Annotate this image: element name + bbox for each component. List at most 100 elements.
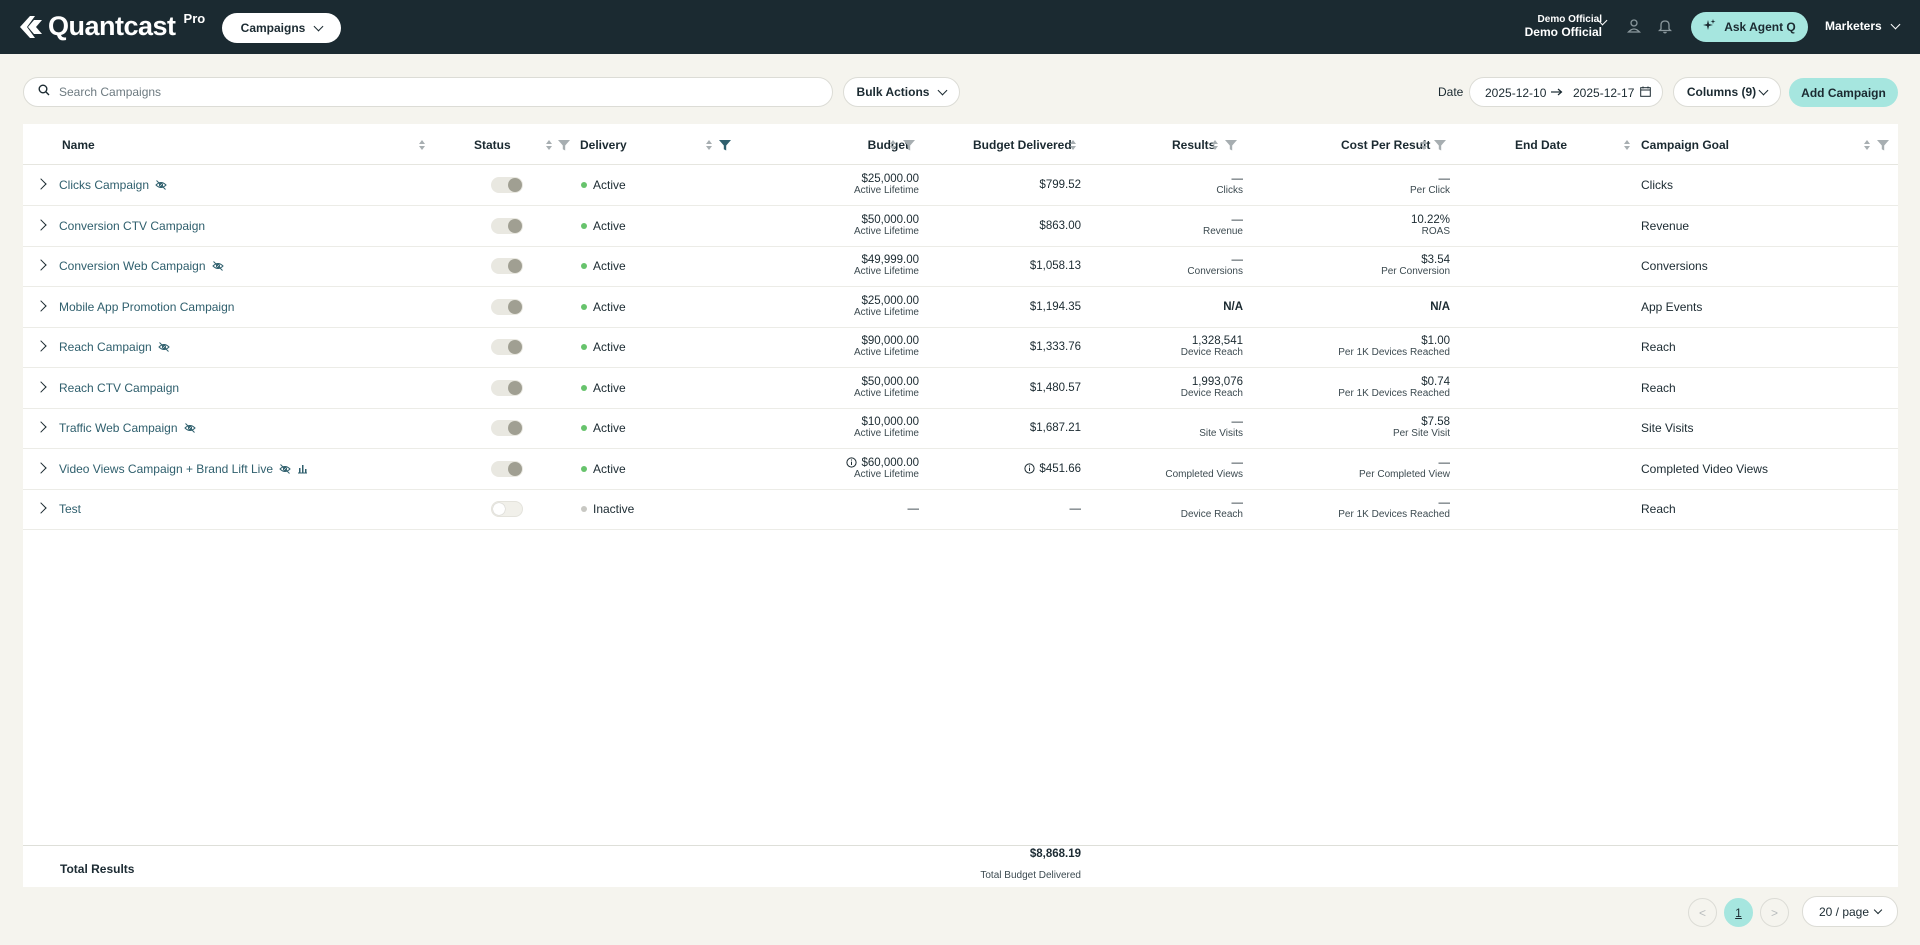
filter-icon[interactable] xyxy=(558,138,570,151)
sort-icon[interactable] xyxy=(418,139,426,151)
expand-row-icon[interactable] xyxy=(35,178,47,190)
table-row[interactable]: Mobile App Promotion Campaign Active $25,0… xyxy=(23,287,1898,328)
status-toggle[interactable] xyxy=(491,460,523,477)
table-row[interactable]: Reach CTV Campaign Active $50,000.00 Active… xyxy=(23,368,1898,409)
table-row[interactable]: Conversion CTV Campaign Active $50,000.00 A… xyxy=(23,206,1898,247)
table-row[interactable]: Clicks Campaign Active $25,000.00 Active Li… xyxy=(23,165,1898,206)
add-campaign-button[interactable]: Add Campaign xyxy=(1789,78,1898,107)
date-end[interactable]: 2025-12-17 xyxy=(1573,86,1634,100)
bell-icon[interactable] xyxy=(1657,18,1676,36)
search-input[interactable] xyxy=(59,85,759,99)
delivery-dot xyxy=(581,465,587,472)
campaign-name-link[interactable]: Conversion CTV Campaign xyxy=(59,219,205,233)
section-dropdown[interactable]: Campaigns xyxy=(222,13,341,43)
campaign-name-link[interactable]: Test xyxy=(59,502,81,516)
col-status[interactable]: Status xyxy=(474,124,511,165)
budget-cell: $25,000.00 Active Lifetime xyxy=(803,165,919,205)
cost-per-result-value: $7.58 xyxy=(1421,416,1450,428)
brand-logo[interactable]: Quantcast Pro xyxy=(18,11,205,41)
status-toggle[interactable] xyxy=(491,420,523,436)
workspace-dropdown[interactable]: Marketers xyxy=(1825,19,1901,33)
filter-icon[interactable] xyxy=(1877,138,1889,151)
filter-icon[interactable] xyxy=(1434,138,1446,151)
delivery-label: Active xyxy=(593,340,626,354)
status-toggle[interactable] xyxy=(491,379,523,396)
next-page-button[interactable]: > xyxy=(1760,898,1789,927)
sort-icon[interactable] xyxy=(1211,139,1219,151)
status-toggle[interactable] xyxy=(491,177,523,193)
status-toggle[interactable] xyxy=(491,298,523,315)
campaign-name-link[interactable]: Reach CTV Campaign xyxy=(59,381,179,395)
calendar-icon[interactable] xyxy=(1640,86,1651,100)
col-cost-per-result[interactable]: Cost Per Result xyxy=(1341,124,1430,165)
delivery-status: Active xyxy=(581,219,626,233)
results-sub: Revenue xyxy=(1202,225,1243,237)
prev-page-button[interactable]: < xyxy=(1688,898,1717,927)
sort-icon[interactable] xyxy=(1863,139,1871,151)
delivery-status: Active xyxy=(581,259,626,273)
cost-per-result-sub: Per Conversion xyxy=(1381,266,1450,277)
status-toggle[interactable] xyxy=(491,339,523,355)
date-range-picker[interactable]: 2025-12-10 2025-12-17 xyxy=(1469,77,1663,107)
campaign-name: Conversion CTV Campaign xyxy=(59,218,206,233)
results-value: — xyxy=(1231,456,1244,469)
table-row[interactable]: Traffic Web Campaign Active $10,000.00 Acti… xyxy=(23,408,1898,449)
table-row[interactable]: Reach Campaign Active $90,000.00 Active Lif… xyxy=(23,327,1898,368)
user-icon[interactable] xyxy=(1627,18,1645,36)
delivery-dot xyxy=(581,506,587,512)
sort-icon[interactable] xyxy=(1069,139,1077,151)
col-end-date[interactable]: End Date xyxy=(1515,124,1567,165)
sort-icon[interactable] xyxy=(889,139,897,151)
expand-row-icon[interactable] xyxy=(35,502,47,514)
status-toggle[interactable] xyxy=(491,501,523,517)
info-icon[interactable] xyxy=(1024,463,1036,474)
sort-icon[interactable] xyxy=(545,139,553,151)
campaign-name-link[interactable]: Clicks Campaign xyxy=(59,178,167,192)
sort-icon[interactable] xyxy=(705,139,713,151)
campaign-name-link[interactable]: Conversion Web Campaign xyxy=(59,259,224,273)
col-results[interactable]: Results xyxy=(1172,124,1215,165)
cost-per-result-sub: Per 1K Devices Reached xyxy=(1338,509,1450,520)
col-budget-delivered[interactable]: Budget Delivered xyxy=(973,124,1072,165)
table-header: Name Status Delivery Budget Budget Deliv… xyxy=(23,124,1898,165)
page-1-button[interactable]: 1 xyxy=(1724,898,1753,927)
expand-row-icon[interactable] xyxy=(35,218,47,231)
columns-button[interactable]: Columns (9) xyxy=(1673,77,1781,107)
results-value: — xyxy=(1231,254,1244,266)
date-start[interactable]: 2025-12-10 xyxy=(1485,86,1546,100)
campaign-name-link[interactable]: Video Views Campaign + Brand Lift Live xyxy=(59,462,308,476)
bulk-actions-button[interactable]: Bulk Actions xyxy=(843,77,960,107)
expand-row-icon[interactable] xyxy=(35,421,47,433)
expand-row-icon[interactable] xyxy=(35,461,47,474)
budget-value: $90,000.00 xyxy=(861,335,919,347)
col-campaign-goal[interactable]: Campaign Goal xyxy=(1641,124,1729,165)
table-row[interactable]: Video Views Campaign + Brand Lift Live Ac… xyxy=(23,449,1898,490)
eye-off-icon xyxy=(155,179,167,191)
filter-icon[interactable] xyxy=(1225,138,1237,151)
quantcast-logo-icon xyxy=(18,14,44,40)
search-bar[interactable] xyxy=(23,77,833,107)
info-icon[interactable] xyxy=(846,457,858,468)
sort-icon[interactable] xyxy=(1623,139,1631,151)
col-name[interactable]: Name xyxy=(62,124,95,165)
filter-icon[interactable] xyxy=(903,138,915,151)
cost-per-result-value: $1.00 xyxy=(1421,335,1450,347)
table-row[interactable]: Conversion Web Campaign Active $49,999.00 A… xyxy=(23,246,1898,287)
campaign-name-link[interactable]: Reach Campaign xyxy=(59,340,170,354)
campaign-name-link[interactable]: Traffic Web Campaign xyxy=(59,421,196,435)
status-toggle[interactable] xyxy=(491,217,523,234)
sort-icon[interactable] xyxy=(1420,139,1428,151)
expand-row-icon[interactable] xyxy=(35,380,47,393)
page-size-select[interactable]: 20 / page xyxy=(1802,896,1898,927)
campaign-name-link[interactable]: Mobile App Promotion Campaign xyxy=(59,300,234,314)
filter-active-icon[interactable] xyxy=(719,138,731,151)
expand-row-icon[interactable] xyxy=(35,340,47,352)
expand-row-icon[interactable] xyxy=(35,259,47,271)
bar-chart-icon[interactable] xyxy=(297,463,308,474)
status-toggle[interactable] xyxy=(491,258,523,274)
ask-agent-button[interactable]: Ask Agent Q xyxy=(1691,12,1808,42)
col-delivery[interactable]: Delivery xyxy=(580,124,627,165)
expand-row-icon[interactable] xyxy=(35,299,47,312)
account-switcher[interactable]: Demo Official Demo Official xyxy=(1525,14,1602,38)
table-row[interactable]: Test Inactive — — — Device Reach — Per 1K Devic… xyxy=(23,489,1898,530)
